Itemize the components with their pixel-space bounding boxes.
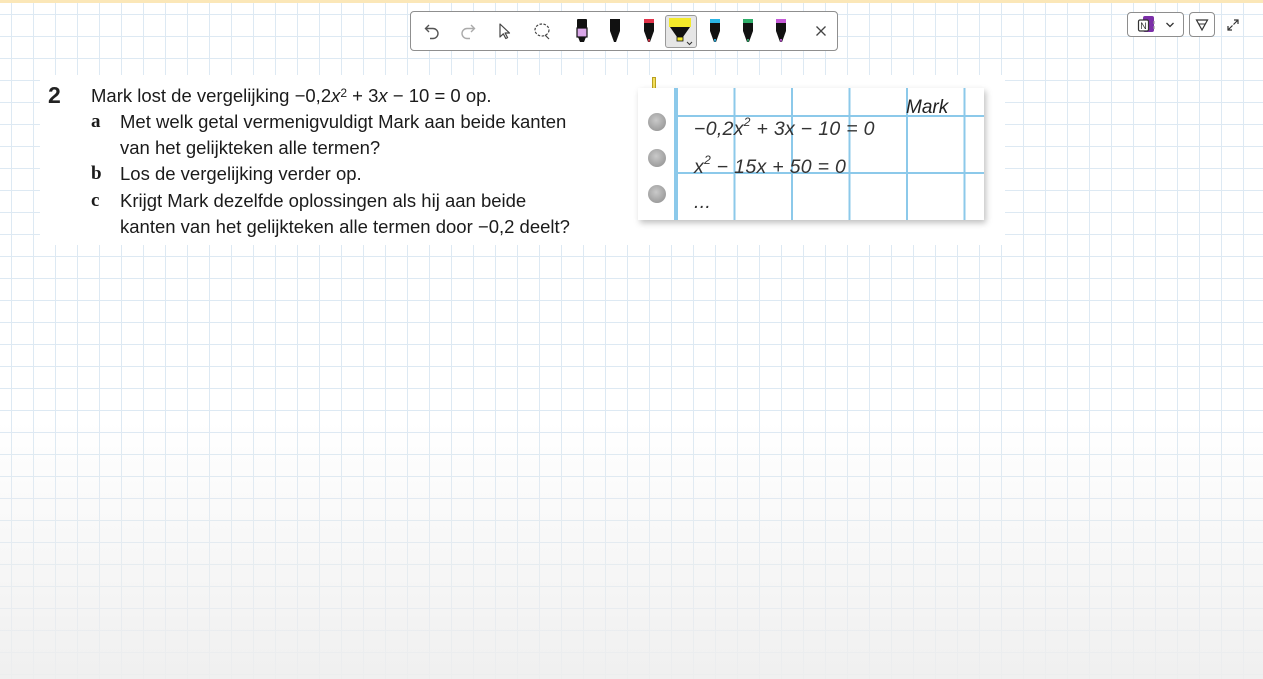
part-b-letter: b: [91, 163, 102, 184]
filter-icon: [1195, 18, 1209, 31]
close-icon: [816, 26, 826, 36]
intro-text: + 3: [347, 85, 379, 106]
pen-black-lilac-button[interactable]: [569, 18, 595, 44]
undo-button[interactable]: [419, 18, 445, 44]
eq-var: x: [733, 118, 744, 140]
svg-text:N: N: [1140, 21, 1147, 31]
highlighter-icon: [669, 17, 693, 45]
part-c-line: Krijgt Mark dezelfde oplossingen als hij…: [120, 190, 527, 211]
redo-icon: [461, 24, 476, 40]
eq-exponent: 2: [743, 115, 751, 129]
part-a-letter: a: [91, 111, 101, 132]
pen-icon: [644, 19, 654, 42]
expand-icon: [1227, 19, 1239, 31]
close-toolbar-button[interactable]: [808, 18, 834, 44]
eq-text: + 3x − 10 = 0: [750, 118, 875, 140]
chevron-down-icon: [1165, 22, 1174, 27]
undo-icon: [424, 24, 439, 40]
window-top-accent: [0, 0, 1263, 3]
intro-text: − 10 = 0 op.: [387, 85, 492, 106]
intro-var: x: [378, 85, 388, 106]
pen-red-button[interactable]: [636, 18, 662, 44]
exercise-intro: Mark lost de vergelijking −0,2x2 + 3x − …: [91, 83, 492, 109]
pen-icon: [610, 19, 620, 42]
intro-exponent: 2: [340, 86, 348, 100]
lasso-tool-button[interactable]: [529, 18, 555, 44]
exercise-number: 2: [48, 82, 61, 108]
punch-hole: [648, 113, 666, 131]
lasso-icon: [534, 23, 550, 40]
filter-button[interactable]: [1189, 12, 1215, 37]
pen-blue-button[interactable]: [702, 18, 728, 44]
punch-hole: [648, 149, 666, 167]
redo-button[interactable]: [455, 18, 481, 44]
notebook-figure: Mark −0,2x2 + 3x − 10 = 0 x2 − 15x + 50 …: [638, 88, 984, 220]
equation-line-1: −0,2x2 + 3x − 10 = 0: [694, 115, 875, 141]
expand-button[interactable]: [1223, 15, 1243, 35]
pen-icon: [710, 19, 720, 42]
eq-var: x: [694, 156, 705, 178]
punch-hole: [648, 185, 666, 203]
equation-line-2: x2 − 15x + 50 = 0: [694, 153, 847, 179]
highlighter-yellow-button[interactable]: [665, 15, 697, 48]
pen-green-button[interactable]: [735, 18, 761, 44]
select-icon: [499, 23, 511, 40]
notebook-name: Mark: [906, 97, 949, 118]
part-a-line: Met welk getal vermenigvuldigt Mark aan …: [120, 111, 567, 132]
part-b-line: Los de vergelijking verder op.: [120, 163, 362, 184]
pen-icon: [776, 19, 786, 42]
intro-var: x: [331, 85, 341, 106]
intro-text: Mark lost de vergelijking −0,2: [91, 85, 332, 106]
equation-line-3: ...: [694, 191, 712, 213]
eq-text: −0,2: [694, 118, 734, 140]
pen-purple-button[interactable]: [768, 18, 794, 44]
ink-toolbar: [410, 11, 838, 51]
pen-black-button[interactable]: [602, 18, 628, 44]
marker-icon: [576, 19, 588, 42]
pen-icon: [743, 19, 753, 42]
part-a-line: van het gelijkteken alle termen?: [120, 137, 381, 158]
eq-text: − 15x + 50 = 0: [711, 156, 847, 178]
part-c-letter: c: [91, 190, 100, 211]
onenote-icon: N: [1137, 15, 1155, 32]
app-switcher-button[interactable]: N: [1127, 12, 1184, 37]
part-c-line: kanten van het gelijkteken alle termen d…: [120, 216, 570, 237]
select-tool-button[interactable]: [491, 18, 517, 44]
eq-exponent: 2: [704, 153, 712, 167]
